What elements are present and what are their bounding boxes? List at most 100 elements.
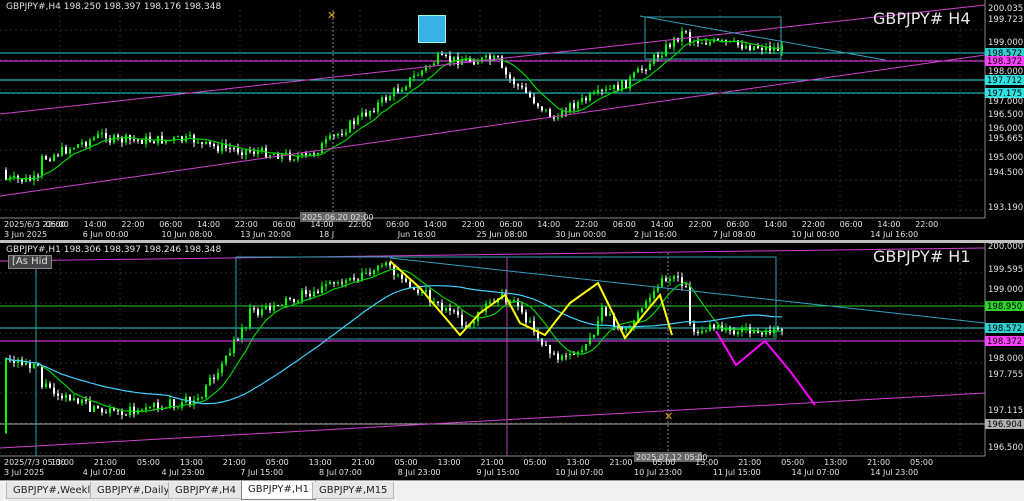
candle-body	[545, 109, 547, 111]
candle-body	[461, 314, 463, 326]
candle-body	[441, 54, 443, 56]
candle-body	[401, 89, 403, 92]
price-tick-label: 198.572	[987, 324, 1022, 334]
time-tick-label: 22:00	[348, 220, 371, 229]
chart-tab-bar: GBPJPY#,Weekly GBPJPY#,Daily GBPJPY#,H4 …	[0, 480, 1024, 501]
candle-body	[529, 93, 531, 97]
candle-body	[145, 407, 147, 410]
candle-body	[233, 339, 235, 353]
tab-h1[interactable]: GBPJPY#,H1	[241, 481, 316, 500]
candle-body	[73, 398, 75, 401]
candle-body	[45, 383, 47, 388]
chart-header: GBPJPY#,H1 198.306 198.397 198.246 198.3…	[6, 245, 221, 255]
candle-body	[309, 153, 311, 156]
candle-body	[589, 337, 591, 345]
candle-body	[189, 135, 191, 137]
tab-h4[interactable]: GBPJPY#,H4	[168, 482, 243, 499]
candle-body	[317, 153, 319, 155]
time-tick-label: 22:00	[575, 220, 598, 229]
as-hide-label[interactable]: [As Hid	[8, 255, 52, 269]
candle-body	[573, 103, 575, 109]
time-tick-label: 21:00	[609, 458, 632, 467]
candle-body	[653, 291, 655, 298]
candle-body	[393, 88, 395, 97]
candle-body	[509, 74, 511, 79]
candle-body	[253, 308, 255, 310]
candle-body	[273, 154, 275, 156]
date-tick-label: 25 Jun 08:00	[477, 230, 528, 239]
candle-body	[209, 141, 211, 145]
candle-body	[541, 106, 543, 111]
candle-body	[529, 321, 531, 323]
tab-weekly[interactable]: GBPJPY#,Weekly	[6, 482, 104, 499]
cross-marker: ✕	[327, 9, 336, 22]
h1-chart-pane[interactable]: 200.000 199.595 199.000 198.950 198.572 198.3…	[0, 243, 1024, 478]
candle-body	[49, 383, 51, 388]
date-tick-label: 14 Jul 16:00	[870, 230, 918, 239]
candle-body	[161, 135, 163, 144]
price-tick-label: 198.372	[987, 57, 1022, 67]
candle-body	[121, 411, 123, 415]
date-tick-label: 3 Jun 2025	[4, 230, 47, 239]
tab-m15[interactable]: GBPJPY#,M15	[312, 482, 395, 499]
candle-body	[557, 353, 559, 360]
candle-body	[477, 61, 479, 65]
candle-body	[153, 141, 155, 144]
candle-body	[105, 412, 107, 414]
candle-body	[205, 385, 207, 398]
time-tick-label: 13:00	[824, 458, 847, 467]
candle-body	[709, 324, 711, 331]
date-tick-label: 10 Jul 00:00	[792, 230, 840, 239]
h4-chart-canvas[interactable]: 200.035199.723199.000198.572198.372198.0…	[0, 0, 1024, 240]
price-tick-label: 199.723	[988, 15, 1023, 25]
candle-body	[733, 330, 735, 335]
price-tick-label: 196.500	[988, 110, 1023, 120]
h1-chart-canvas[interactable]: 200.000 199.595 199.000 198.950 198.572 198.3…	[0, 243, 1024, 478]
candle-body	[321, 286, 323, 294]
time-tick-label: 21:00	[867, 458, 890, 467]
candle-body	[29, 362, 31, 368]
candle-body	[617, 84, 619, 91]
trading-app-icon[interactable]	[418, 15, 446, 43]
time-tick-label: 06:00	[159, 220, 182, 229]
time-tick-label: 14:00	[651, 220, 674, 229]
candle-body	[445, 55, 447, 57]
h4-chart-pane[interactable]: 200.035 199.723 199.000 198.572 198.372 198.0…	[0, 0, 1024, 240]
candle-body	[177, 407, 179, 409]
candle-body	[57, 154, 59, 156]
chart-title: GBPJPY# H1	[873, 247, 971, 266]
price-tick-label: 199.595	[988, 265, 1023, 275]
candle-body	[277, 305, 279, 307]
candle-body	[669, 44, 671, 47]
candle-body	[633, 72, 635, 78]
candle-body	[697, 332, 699, 334]
candle-body	[777, 328, 779, 330]
price-tick-label: 193.190	[988, 203, 1023, 213]
candle-body	[321, 143, 323, 154]
candle-body	[377, 102, 379, 112]
candle-body	[305, 290, 307, 294]
candle-body	[101, 408, 103, 413]
candle-body	[581, 350, 583, 352]
candle-body	[549, 345, 551, 354]
candle-body	[125, 135, 127, 143]
candle-body	[361, 112, 363, 117]
candle-body	[525, 312, 527, 323]
candle-body	[273, 305, 275, 311]
price-tick-label: 200.035	[988, 4, 1023, 14]
candle-body	[657, 54, 659, 58]
candle-body	[293, 299, 295, 303]
candle-body	[749, 45, 751, 51]
candle-body	[561, 355, 563, 360]
candle-body	[685, 285, 687, 287]
candle-body	[69, 394, 71, 401]
tab-daily[interactable]: GBPJPY#,Daily	[90, 482, 177, 499]
candle-body	[365, 112, 367, 116]
candle-body	[281, 304, 283, 306]
candle-body	[253, 151, 255, 154]
candle-body	[237, 148, 239, 153]
date-tick-label: 10 Jun 08:00	[162, 230, 213, 239]
candle-body	[353, 277, 355, 280]
candle-body	[781, 329, 783, 331]
time-tick-label: 14:00	[197, 220, 220, 229]
